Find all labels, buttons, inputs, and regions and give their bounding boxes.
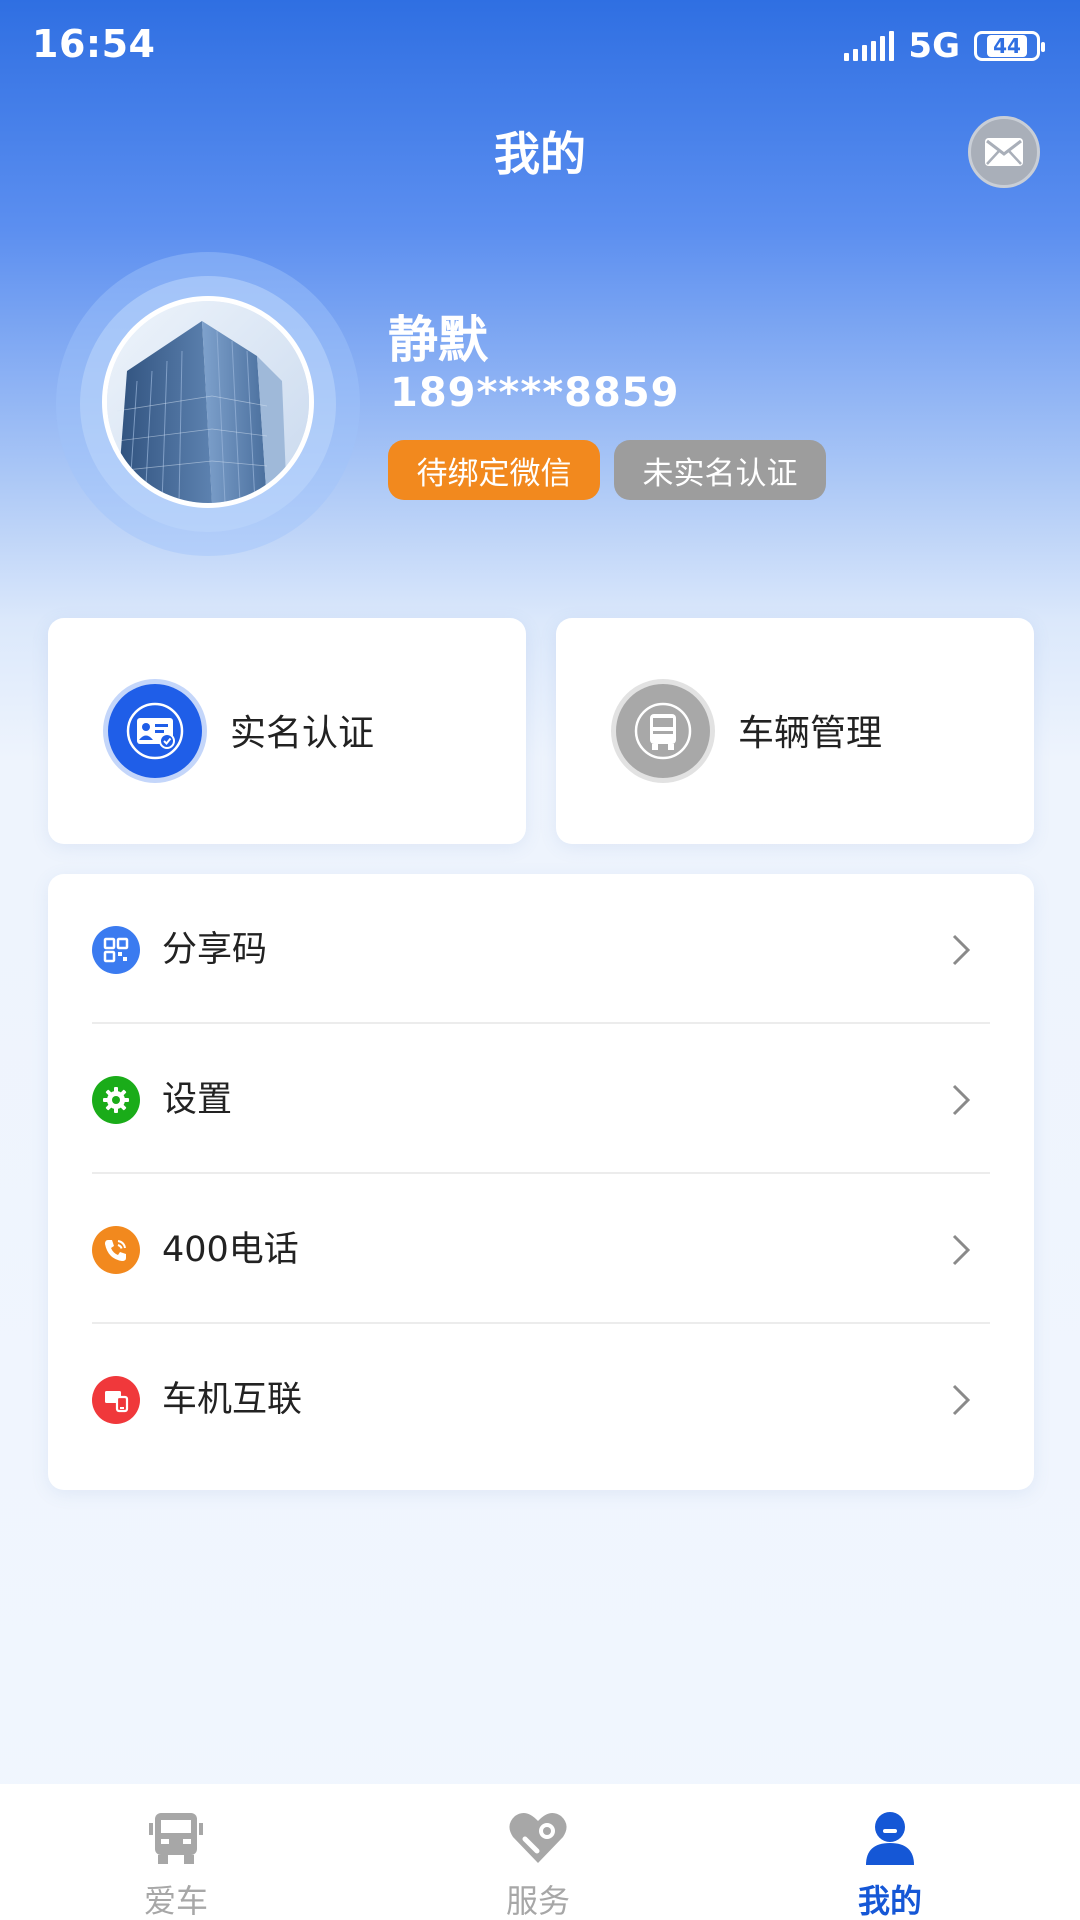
status-indicators: 5G 44 (844, 26, 1045, 66)
menu-item-hotline[interactable]: 400电话 (48, 1174, 1034, 1324)
tab-label-service: 服务 (505, 1882, 570, 1920)
user-icon (858, 1806, 922, 1870)
truck-icon (616, 684, 710, 778)
qr-code-icon (92, 926, 140, 974)
status-bar: 16:54 5G 44 (0, 0, 1080, 92)
battery-icon: 44 (974, 31, 1045, 61)
truck-icon (144, 1806, 208, 1870)
battery-level: 44 (987, 35, 1027, 57)
tab-my-car[interactable]: 爱车 (76, 1784, 276, 1920)
card-label-vehicle: 车辆管理 (738, 713, 883, 754)
building-image (107, 301, 309, 503)
chevron-right-icon (952, 1384, 971, 1416)
page-title: 我的 (494, 127, 586, 181)
network-type: 5G (908, 26, 960, 66)
verification-status-tag[interactable]: 未实名认证 (614, 440, 826, 500)
card-label-verify: 实名认证 (230, 713, 375, 754)
bind-wechat-tag[interactable]: 待绑定微信 (388, 440, 600, 500)
menu-label-hotline: 400电话 (162, 1230, 299, 1270)
menu-label-settings: 设置 (162, 1080, 233, 1120)
envelope-icon (985, 138, 1023, 166)
bottom-tab-bar: 爱车 服务 我的 (0, 1784, 1080, 1920)
vehicle-management-card[interactable]: 车辆管理 (556, 618, 1034, 844)
tab-label-my-car: 爱车 (143, 1882, 208, 1920)
tab-mine[interactable]: 我的 (790, 1784, 990, 1920)
avatar[interactable] (102, 296, 314, 508)
menu-item-share-code[interactable]: 分享码 (48, 874, 1034, 1024)
chevron-right-icon (952, 1234, 971, 1266)
device-link-icon (92, 1376, 140, 1424)
menu-label-car-link: 车机互联 (162, 1380, 303, 1420)
real-name-verify-card[interactable]: 实名认证 (48, 618, 526, 844)
heart-wrench-icon (506, 1806, 570, 1870)
id-card-icon (108, 684, 202, 778)
menu-list: 分享码 设置 400电话 车机互联 (48, 874, 1034, 1490)
chevron-right-icon (952, 1084, 971, 1116)
chevron-right-icon (952, 934, 971, 966)
user-name: 静默 (388, 311, 488, 369)
message-button[interactable] (968, 116, 1040, 188)
menu-label-share-code: 分享码 (162, 930, 268, 970)
gear-icon (92, 1076, 140, 1124)
user-phone: 189****8859 (390, 370, 680, 416)
status-time: 16:54 (32, 22, 156, 66)
menu-item-settings[interactable]: 设置 (48, 1024, 1034, 1174)
signal-icon (844, 31, 895, 61)
menu-item-car-link[interactable]: 车机互联 (48, 1324, 1034, 1474)
tab-label-mine: 我的 (857, 1882, 922, 1920)
phone-icon (92, 1226, 140, 1274)
tab-service[interactable]: 服务 (438, 1784, 638, 1920)
